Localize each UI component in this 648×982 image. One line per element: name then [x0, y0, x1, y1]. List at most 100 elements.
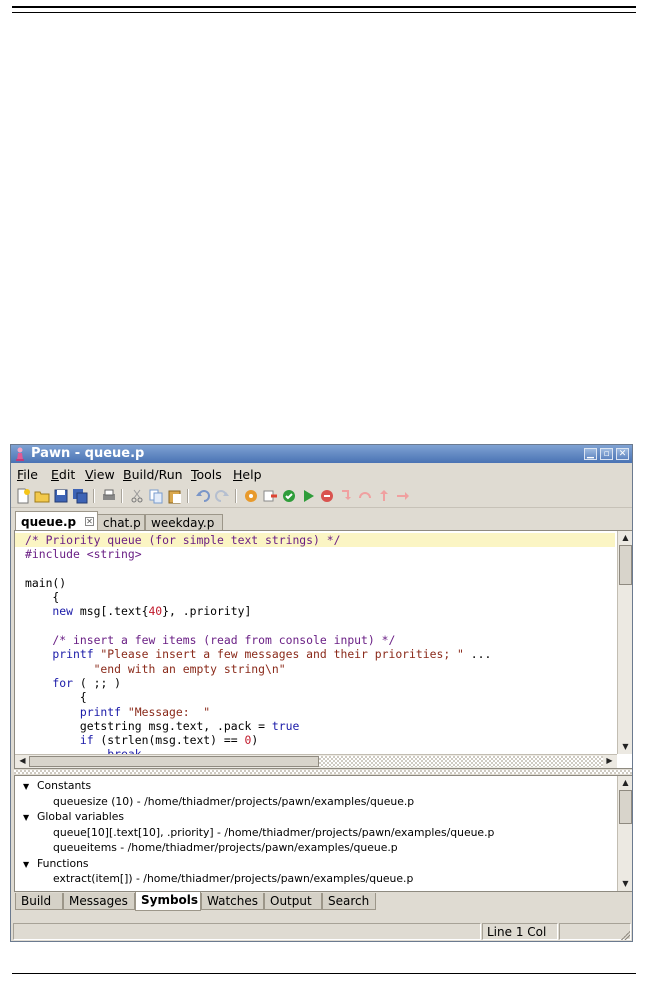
symbol-item[interactable]: queue[10][.text[10], .priority] - /home/… — [15, 825, 615, 841]
scroll-thumb[interactable] — [619, 545, 632, 585]
menu-file[interactable]: File — [17, 467, 38, 482]
stop-icon[interactable] — [319, 488, 335, 504]
title-bar[interactable]: Pawn - queue.p ▁ ▫ ✕ — [11, 445, 632, 463]
resize-grip[interactable] — [620, 930, 630, 940]
code-line[interactable]: #include <string> — [15, 547, 615, 561]
symbol-item[interactable]: queueitems - /home/thiadmer/projects/paw… — [15, 840, 615, 856]
scroll-up-icon[interactable]: ▲ — [619, 532, 632, 544]
code-line[interactable] — [15, 619, 615, 633]
code-line[interactable]: if (strlen(msg.text) == 0) — [15, 733, 615, 747]
code-line[interactable]: new msg[.text{40}, .priority] — [15, 604, 615, 618]
symbol-group[interactable]: ▼ Constants — [15, 778, 615, 794]
menu-help[interactable]: Help — [233, 467, 262, 482]
code-line[interactable]: printf "Please insert a few messages and… — [15, 647, 615, 661]
step-over-icon[interactable] — [357, 488, 373, 504]
code-line[interactable]: for ( ;; ) — [15, 676, 615, 690]
menu-view[interactable]: View — [85, 467, 115, 482]
run-to-cursor-icon[interactable] — [395, 488, 411, 504]
code-line[interactable]: main() — [15, 576, 615, 590]
save-icon[interactable] — [53, 488, 69, 504]
status-bar: Line 1 Col 1 — [11, 921, 632, 941]
expander-icon[interactable]: ▼ — [23, 779, 31, 795]
maximize-button[interactable]: ▫ — [600, 448, 613, 460]
scroll-thumb[interactable] — [29, 756, 319, 767]
toolbar — [11, 485, 632, 508]
tab-label: queue.p — [21, 515, 77, 529]
symbol-item[interactable]: queuesize (10) - /home/thiadmer/projects… — [15, 794, 615, 810]
scroll-thumb[interactable] — [619, 790, 632, 824]
code-line[interactable] — [15, 562, 615, 576]
page-rule-bottom — [12, 973, 636, 974]
code-line[interactable]: /* insert a few items (read from console… — [15, 633, 615, 647]
pane-splitter[interactable] — [14, 770, 632, 774]
tab-output[interactable]: Output — [264, 893, 322, 910]
symbol-group[interactable]: ▼ Global variables — [15, 809, 615, 825]
check-icon[interactable] — [281, 488, 297, 504]
page-rule-top — [12, 6, 636, 8]
symbols-vertical-scrollbar[interactable]: ▲ ▼ — [617, 776, 632, 891]
redo-icon[interactable] — [214, 488, 230, 504]
file-tabs: queue.p ✕ chat.p weekday.p — [11, 511, 632, 530]
tab-chat-p[interactable]: chat.p — [97, 514, 145, 530]
toolbar-separator — [121, 489, 123, 503]
tab-weekday-p[interactable]: weekday.p — [145, 514, 223, 530]
output-tabs: Build Messages Symbols Watches Output Search — [11, 892, 632, 912]
code-line[interactable]: { — [15, 590, 615, 604]
scroll-right-icon[interactable]: ▶ — [603, 755, 616, 767]
tab-queue-p[interactable]: queue.p ✕ — [15, 511, 98, 530]
toolbar-separator — [235, 489, 237, 503]
minimize-button[interactable]: ▁ — [584, 448, 597, 460]
page-rule-top-thin — [12, 12, 636, 13]
expander-icon[interactable]: ▼ — [23, 857, 31, 873]
tab-build[interactable]: Build — [15, 893, 63, 910]
toolbar-separator — [93, 489, 95, 503]
toolbar-separator — [187, 489, 189, 503]
symbol-browser[interactable]: ▼ Constants queuesize (10) - /home/thiadme… — [14, 775, 632, 892]
copy-icon[interactable] — [148, 488, 164, 504]
step-into-icon[interactable] — [338, 488, 354, 504]
tab-label: chat.p — [103, 516, 141, 530]
step-out-icon[interactable] — [376, 488, 392, 504]
scroll-down-icon[interactable]: ▼ — [619, 878, 632, 890]
editor-vertical-scrollbar[interactable]: ▲ ▼ — [617, 531, 632, 754]
compile-icon[interactable] — [243, 488, 259, 504]
menu-tools[interactable]: Tools — [191, 467, 222, 482]
code-line[interactable]: { — [15, 690, 615, 704]
tab-symbols[interactable]: Symbols — [135, 892, 201, 911]
scroll-up-icon[interactable]: ▲ — [619, 777, 632, 789]
run-icon[interactable] — [300, 488, 316, 504]
code-editor[interactable]: /* Priority queue (for simple text strin… — [14, 530, 632, 769]
pawn-app-icon — [15, 447, 25, 461]
current-code-line[interactable]: /* Priority queue (for simple text strin… — [15, 533, 615, 548]
save-all-icon[interactable] — [72, 488, 88, 504]
menu-edit[interactable]: Edit — [51, 467, 75, 482]
code-line[interactable]: getstring msg.text, .pack = true — [15, 719, 615, 733]
tab-watches[interactable]: Watches — [201, 893, 264, 910]
menu-build-run[interactable]: Build/Run — [123, 467, 183, 482]
close-button[interactable]: ✕ — [616, 448, 629, 460]
code-lines[interactable]: /* Priority queue (for simple text strin… — [15, 533, 615, 768]
symbol-item[interactable]: extract(item[]) - /home/thiadmer/project… — [15, 871, 615, 887]
editor-horizontal-scrollbar[interactable]: ◀ ▶ — [15, 754, 617, 768]
transfer-icon[interactable] — [262, 488, 278, 504]
scroll-down-icon[interactable]: ▼ — [619, 741, 632, 753]
tab-label: weekday.p — [151, 516, 215, 530]
print-icon[interactable] — [101, 488, 117, 504]
symbol-group[interactable]: ▼ Functions — [15, 856, 615, 872]
window-title: Pawn - queue.p — [31, 446, 145, 461]
symbol-tree[interactable]: ▼ Constants queuesize (10) - /home/thiadme… — [15, 778, 615, 887]
scroll-track[interactable] — [319, 756, 603, 767]
cut-icon[interactable] — [129, 488, 145, 504]
status-message — [13, 923, 481, 940]
tab-messages[interactable]: Messages — [63, 893, 135, 910]
open-file-icon[interactable] — [34, 488, 50, 504]
expander-icon[interactable]: ▼ — [23, 810, 31, 826]
scroll-left-icon[interactable]: ◀ — [16, 755, 29, 767]
close-tab-icon[interactable]: ✕ — [85, 517, 94, 526]
undo-icon[interactable] — [195, 488, 211, 504]
paste-icon[interactable] — [167, 488, 183, 504]
code-line[interactable]: "end with an empty string\n" — [15, 662, 615, 676]
new-file-icon[interactable] — [15, 488, 31, 504]
tab-search[interactable]: Search — [322, 893, 376, 910]
code-line[interactable]: printf "Message: " — [15, 705, 615, 719]
